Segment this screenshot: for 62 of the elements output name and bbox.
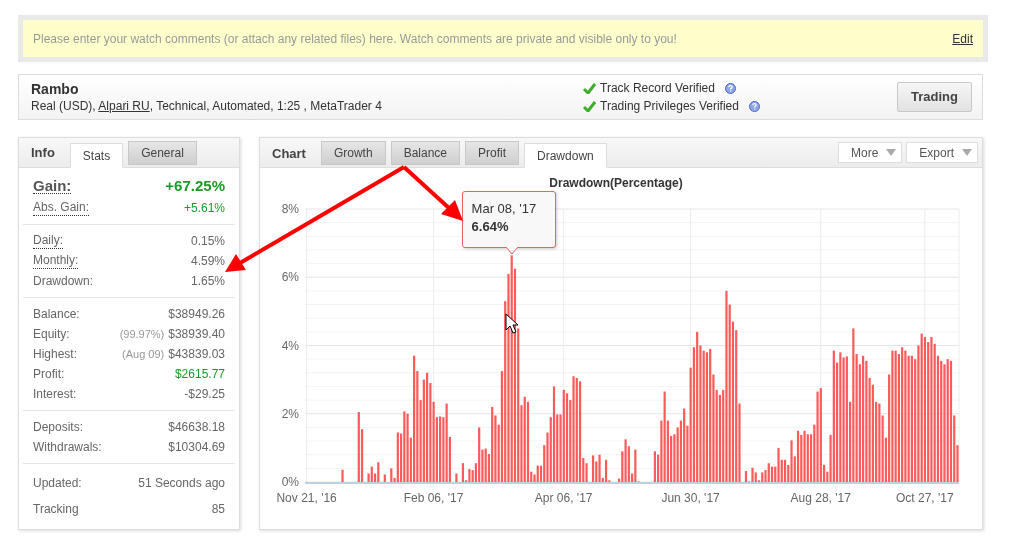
stat-label: Monthly: bbox=[33, 253, 79, 269]
stat-value: +67.25% bbox=[165, 175, 225, 196]
broker-link[interactable]: Alpari RU bbox=[98, 98, 150, 113]
tab[interactable]: Stats bbox=[69, 143, 124, 168]
stat-value: 85 bbox=[211, 501, 225, 518]
dropdown-button[interactable]: More bbox=[837, 142, 903, 163]
stat-value: $43839.03 bbox=[168, 346, 225, 363]
stat-value: $2615.77 bbox=[174, 366, 225, 383]
tab[interactable]: Growth bbox=[320, 141, 386, 165]
stat-label: Interest: bbox=[33, 386, 77, 403]
axis-label: Nov 21, '16 bbox=[276, 491, 337, 505]
axis-label: 8% bbox=[281, 202, 299, 216]
stat-label: Balance: bbox=[33, 306, 80, 323]
chart-title: Drawdown(Percentage) bbox=[549, 176, 683, 190]
stat-label: Equity: bbox=[33, 326, 70, 343]
stat-value: 51 Seconds ago bbox=[138, 475, 225, 492]
stat-label: Deposits: bbox=[33, 419, 84, 436]
stat-label: Updated: bbox=[33, 475, 82, 492]
axis-label: Jun 30, '17 bbox=[661, 491, 720, 505]
stat-label: Daily: bbox=[33, 233, 63, 249]
stat-value: 1.65% bbox=[190, 273, 225, 290]
dropdown-button[interactable]: Export bbox=[906, 142, 978, 163]
panel-title: Info bbox=[31, 143, 55, 162]
stat-label: Profit: bbox=[33, 366, 65, 383]
axis-label: Apr 06, '17 bbox=[534, 491, 593, 505]
stat-label: Gain: bbox=[33, 178, 72, 194]
axis-label: Feb 06, '17 bbox=[403, 491, 464, 505]
panel-title: Chart bbox=[272, 145, 306, 164]
verification-label: Trading Privileges Verified bbox=[600, 98, 739, 115]
verification-label: Track Record Verified bbox=[600, 80, 715, 97]
stat-value: $10304.69 bbox=[168, 439, 225, 456]
stat-value: +5.61% bbox=[183, 200, 225, 217]
stat-value: -$29.25 bbox=[184, 386, 225, 403]
stat-value: 0.15% bbox=[190, 233, 225, 250]
tab[interactable]: Profit bbox=[465, 141, 520, 165]
axis-label: Oct 27, '17 bbox=[896, 491, 954, 505]
axis-label: 2% bbox=[281, 406, 299, 421]
edit-link[interactable]: Edit bbox=[952, 29, 973, 48]
stat-value: $46638.18 bbox=[168, 419, 225, 436]
axis-label: 4% bbox=[281, 338, 299, 353]
stat-label: Tracking bbox=[33, 501, 79, 518]
tooltip-value: 6.64% bbox=[471, 218, 510, 236]
stat-note: (99.97%) bbox=[119, 326, 165, 342]
account-name: Rambo bbox=[31, 80, 80, 98]
stat-value: 4.59% bbox=[190, 253, 225, 270]
stat-value: $38939.40 bbox=[168, 326, 225, 343]
tab[interactable]: Balance bbox=[390, 141, 460, 165]
axis-label: 6% bbox=[281, 270, 299, 285]
stat-label: Highest: bbox=[33, 346, 78, 363]
stat-label: Withdrawals: bbox=[33, 439, 102, 456]
stat-note: (Aug 09) bbox=[122, 346, 165, 362]
trading-button[interactable]: Trading bbox=[897, 82, 972, 112]
tab[interactable]: General bbox=[128, 141, 197, 165]
comment-text: Please enter your watch comments (or attach any related files) here. Watch comments are private and visible only to you! bbox=[33, 30, 677, 48]
stat-label: Drawdown: bbox=[33, 273, 94, 290]
tooltip-date: Mar 08, '17 bbox=[471, 200, 538, 217]
stat-value: $38949.26 bbox=[168, 306, 225, 323]
account-details: Real (USD), Alpari RU, Technical, Automated, 1:25 , MetaTrader 4 bbox=[31, 97, 383, 114]
axis-label: Aug 28, '17 bbox=[790, 491, 851, 505]
axis-label: 0% bbox=[281, 475, 299, 489]
tab[interactable]: Drawdown bbox=[524, 143, 607, 168]
stat-label: Abs. Gain: bbox=[33, 200, 90, 216]
